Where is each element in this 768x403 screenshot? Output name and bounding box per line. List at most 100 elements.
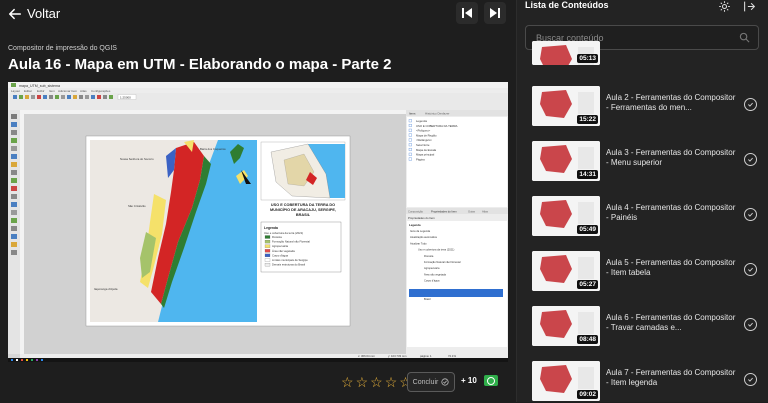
svg-text:MUNICÍPIO DE ARACAJU, SERGIPE,: MUNICÍPIO DE ARACAJU, SERGIPE, (270, 207, 336, 212)
back-label: Voltar (27, 6, 61, 21)
next-lesson-button[interactable] (484, 2, 506, 24)
tab-guides[interactable]: Guias (468, 210, 476, 214)
conclude-button[interactable]: Concluir (407, 372, 455, 392)
check-circle-icon[interactable] (744, 318, 757, 331)
layer-item[interactable]: Mapa de Escala (416, 148, 437, 152)
tab-undo-history[interactable]: Histórico Desfazer (425, 112, 450, 116)
playlist-lesson-item[interactable]: 09:02 Aula 7 - Ferramentas do Compositor … (532, 361, 757, 403)
layer-item[interactable]: <Polígono> (416, 129, 431, 133)
check-circle-icon[interactable] (744, 153, 757, 166)
playlist-title: Lista de Conteúdos (525, 0, 609, 10)
playlist-lesson-item[interactable]: 15:22 Aula 2 - Ferramentas do Compositor … (532, 86, 757, 128)
playlist-lesson-item[interactable]: 08:48 Aula 6 - Ferramentas do Compositor … (532, 306, 757, 348)
legend-panel-item[interactable]: Itens da Legenda (410, 229, 431, 233)
lesson-duration: 05:49 (577, 225, 598, 234)
legend-panel-item[interactable]: Formação Natural não Florestal (424, 260, 461, 264)
playlist-lesson-item[interactable]: 05:27 Aula 5 - Ferramentas do Compositor … (532, 251, 757, 293)
arrow-left-icon (8, 8, 22, 19)
legend-panel-title: Legenda (409, 223, 421, 227)
legend-item-label: Demais estruturas do Brasil (272, 263, 305, 267)
layer-checkbox[interactable] (408, 143, 412, 147)
legend-swatch (264, 240, 271, 244)
lesson-thumbnail: 14:31 (532, 141, 600, 181)
legend-panel-item[interactable]: Agropecuária (424, 266, 440, 270)
legend-swatch (264, 249, 271, 253)
tab-composition[interactable]: Composição (408, 210, 423, 214)
layer-item[interactable]: <Retângulo> (416, 138, 432, 142)
lesson-thumbnail: 09:02 (532, 361, 600, 401)
map-label-2: São Cristóvão (128, 204, 146, 208)
scale-field: 1:25000 (120, 96, 131, 100)
svg-text:Adicionar Item: Adicionar Item (58, 89, 78, 93)
layer-checkbox[interactable] (408, 157, 412, 161)
video-player[interactable]: mapa_UTM_sub_sistema Layout Editar Exibir I… (8, 82, 508, 362)
layer-item[interactable]: Página (416, 157, 425, 161)
layer-checkbox[interactable] (408, 128, 412, 132)
lesson-title: Aula 3 - Ferramentas do Compositor - Men… (606, 148, 736, 167)
legend-panel-item[interactable]: Limites municipais de Sergipe (424, 285, 459, 289)
legend-panel-item[interactable]: Atualização automática (410, 235, 437, 239)
star-icon[interactable]: ☆ (385, 375, 398, 389)
gear-icon[interactable] (718, 0, 731, 13)
svg-text:USO E COBERTURA DA TERRA DO: USO E COBERTURA DA TERRA DO (271, 203, 335, 207)
lesson-duration: 15:22 (577, 115, 598, 124)
layer-item[interactable]: Mapa de Região (416, 133, 437, 137)
check-circle-icon[interactable] (744, 263, 757, 276)
svg-text:BRASIL: BRASIL (296, 213, 311, 217)
playlist-lesson-item[interactable]: 05:49 Aula 4 - Ferramentas do Compositor … (532, 196, 757, 238)
money-icon (484, 375, 498, 386)
playlist-panel: Lista de Conteúdos Buscar conteúdo 05:13… (516, 0, 768, 402)
back-button[interactable]: Voltar (8, 6, 60, 21)
layer-checkbox[interactable] (408, 148, 412, 151)
collapse-panel-icon[interactable] (743, 0, 756, 13)
layer-checkbox[interactable] (408, 152, 412, 156)
lesson-player-area: Voltar Compositor de impressão do QGIS A… (0, 0, 516, 402)
star-rating[interactable]: ☆ ☆ ☆ ☆ ☆ (341, 375, 412, 389)
star-icon[interactable]: ☆ (370, 375, 383, 389)
layer-item[interactable]: Mapa principal (416, 153, 435, 157)
svg-text:Editar: Editar (24, 89, 32, 93)
check-circle-icon[interactable] (744, 98, 757, 111)
legend-panel-item[interactable]: Corpo d'água (424, 279, 440, 283)
status-x: x: 306.64 mm (358, 354, 376, 358)
lesson-title: Aula 5 - Ferramentas do Compositor - Ite… (606, 258, 736, 277)
star-icon[interactable]: ☆ (356, 375, 369, 389)
lesson-title: Aula 4 - Ferramentas do Compositor - Pai… (606, 203, 736, 222)
layer-checkbox[interactable] (408, 133, 412, 137)
lesson-thumbnail: 08:48 (532, 306, 600, 346)
conclude-label: Concluir (412, 378, 439, 386)
layer-checkbox[interactable] (408, 138, 412, 142)
legend-panel-item[interactable]: Brasil (424, 297, 431, 301)
legend-swatch (264, 235, 271, 239)
map-label-1: Nossa Senhora do Socorro (120, 157, 154, 161)
layer-item[interactable]: Seta Norte (416, 143, 430, 147)
legend-panel-item[interactable]: Uso e cobertura da terra (2021) (418, 248, 454, 252)
map-label-4: Itaporanga d'Ajuda (94, 287, 118, 291)
lesson-thumbnail: 05:27 (532, 251, 600, 291)
legend-panel-item[interactable]: Área não vegetada (424, 272, 446, 276)
legend-panel-item[interactable]: Atualizar Tudo (410, 241, 427, 245)
legend-swatch (264, 244, 271, 248)
lesson-duration: 08:48 (577, 335, 598, 344)
legend-item-label: Corpo d'água (272, 253, 289, 257)
layer-checkbox[interactable] (408, 124, 412, 127)
tab-items[interactable]: Itens (409, 112, 416, 116)
legend-panel-item[interactable]: Floresta (424, 254, 434, 258)
playlist-lesson-item[interactable]: 05:13 (532, 41, 757, 83)
star-icon[interactable]: ☆ (341, 375, 354, 389)
check-circle-icon[interactable] (744, 373, 757, 386)
legend-item-label: Floresta (272, 235, 282, 239)
layer-checkbox[interactable] (408, 119, 412, 123)
svg-text:Exibir: Exibir (37, 89, 45, 93)
playlist-lesson-item[interactable]: 14:31 Aula 3 - Ferramentas do Compositor … (532, 141, 757, 183)
layer-item[interactable]: Legenda (416, 119, 427, 123)
layer-item[interactable]: USO E COBERTURA DA TERRA (416, 124, 458, 128)
check-circle-icon[interactable] (744, 208, 757, 221)
tab-atlas[interactable]: Atlas (482, 210, 489, 214)
status-zoom: 72.1% (448, 354, 456, 358)
previous-lesson-button[interactable] (456, 2, 478, 24)
lesson-duration: 09:02 (577, 390, 598, 399)
tab-item-properties[interactable]: Propriedades do Item (431, 210, 457, 214)
status-y: y: 103.733 mm (388, 354, 407, 358)
check-circle-icon (441, 378, 449, 386)
